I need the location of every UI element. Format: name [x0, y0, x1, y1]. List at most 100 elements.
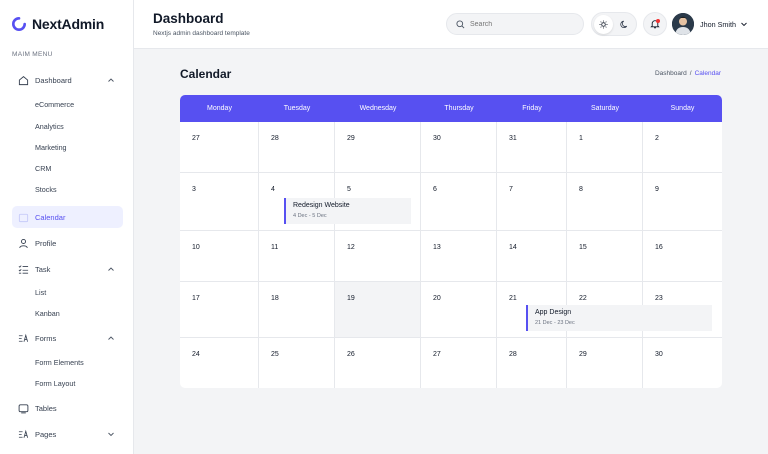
calendar-day-cell-today[interactable]: 19 — [335, 282, 421, 338]
calendar-day-cell[interactable]: 12 — [335, 231, 421, 282]
day-number: 25 — [271, 351, 279, 358]
event-dates: 4 Dec - 5 Dec — [293, 213, 327, 219]
sidebar-item-label: Tables — [35, 403, 57, 413]
calendar-event[interactable]: Redesign Website 4 Dec - 5 Dec — [284, 198, 411, 224]
day-number: 28 — [509, 351, 517, 358]
user-name: Jhon Smith — [700, 19, 736, 29]
calendar-day-cell[interactable]: 18 — [259, 282, 335, 338]
calendar-day-cell[interactable]: 2 — [643, 122, 722, 173]
day-number: 1 — [579, 135, 583, 142]
chevron-down-icon — [108, 432, 114, 437]
calendar-header: Monday Tuesday Wednesday Thursday Friday… — [180, 95, 722, 122]
calendar: Monday Tuesday Wednesday Thursday Friday… — [180, 95, 722, 388]
calendar-day-cell[interactable]: 11 — [259, 231, 335, 282]
calendar-day-cell[interactable]: 15 — [567, 231, 643, 282]
sidebar-item-form-elements[interactable]: Form Elements — [35, 358, 84, 367]
calendar-day-cell[interactable]: 3 — [180, 173, 259, 231]
event-dates: 21 Dec - 23 Dec — [535, 320, 575, 326]
sidebar-item-list[interactable]: List — [35, 288, 46, 297]
calendar-day-cell[interactable]: 7 — [497, 173, 567, 231]
calendar-day-cell[interactable]: 25 — [259, 338, 335, 388]
sidebar-item-label: Forms — [35, 333, 57, 343]
calendar-day-cell[interactable]: 31 — [497, 122, 567, 173]
day-number: 30 — [433, 135, 441, 142]
calendar-day-cell[interactable]: 9 — [643, 173, 722, 231]
sidebar-item-calendar[interactable]: Calendar — [12, 206, 123, 228]
calendar-day-cell[interactable]: 14 — [497, 231, 567, 282]
search-box[interactable] — [446, 13, 584, 35]
app-logo[interactable]: NextAdmin — [12, 16, 104, 32]
calendar-day-cell[interactable]: 27 — [421, 338, 497, 388]
calendar-day-cell[interactable]: 29 — [567, 338, 643, 388]
sidebar-item-task[interactable]: Task — [12, 258, 123, 280]
day-number: 31 — [509, 135, 517, 142]
calendar-day-cell[interactable]: 28 — [259, 122, 335, 173]
breadcrumb-current: Calendar — [694, 70, 721, 77]
dark-mode-button[interactable] — [615, 15, 634, 34]
logo-icon — [12, 17, 26, 31]
calendar-day-cell[interactable]: 24 — [180, 338, 259, 388]
weekday-tuesday: Tuesday — [283, 105, 311, 112]
calendar-day-cell[interactable]: 30 — [421, 122, 497, 173]
sidebar-item-ecommerce[interactable]: eCommerce — [35, 100, 74, 109]
header-title: Dashboard — [153, 11, 224, 26]
weekday-monday: Monday — [207, 105, 232, 112]
day-number: 18 — [271, 295, 279, 302]
day-number: 4 — [271, 186, 275, 193]
day-number: 24 — [192, 351, 200, 358]
day-number: 11 — [271, 244, 279, 251]
calendar-day-cell[interactable]: 20 — [421, 282, 497, 338]
top-header: Dashboard Nextjs admin dashboard templat… — [134, 0, 768, 49]
sidebar-item-crm[interactable]: CRM — [35, 164, 51, 173]
calendar-day-cell[interactable]: 28 — [497, 338, 567, 388]
sidebar-item-label: Pages — [35, 429, 57, 439]
calendar-day-cell[interactable]: 30 — [643, 338, 722, 388]
event-title: App Design — [535, 309, 572, 316]
sidebar-item-pages[interactable]: Pages — [12, 423, 123, 445]
light-mode-button[interactable] — [594, 15, 613, 34]
day-number: 26 — [347, 351, 355, 358]
calendar-event[interactable]: App Design 21 Dec - 23 Dec — [526, 305, 712, 331]
chevron-up-icon — [108, 78, 114, 82]
calendar-day-cell[interactable]: 29 — [335, 122, 421, 173]
sidebar-item-forms[interactable]: Forms — [12, 327, 123, 349]
day-number: 30 — [655, 351, 663, 358]
search-input[interactable] — [470, 20, 570, 28]
day-number: 10 — [192, 244, 200, 251]
calendar-day-cell[interactable]: 13 — [421, 231, 497, 282]
sidebar-item-analytics[interactable]: Analytics — [35, 122, 64, 131]
menu-heading: MAIM MENU — [12, 51, 53, 58]
forms-icon — [18, 333, 29, 344]
calendar-icon — [18, 212, 29, 223]
header-subtitle: Nextjs admin dashboard template — [153, 30, 250, 37]
sidebar-item-marketing[interactable]: Marketing — [35, 143, 67, 152]
day-number: 5 — [347, 186, 351, 193]
notification-button[interactable] — [643, 12, 667, 36]
page-title: Calendar — [180, 67, 232, 81]
calendar-day-cell[interactable]: 26 — [335, 338, 421, 388]
breadcrumb-link-dashboard[interactable]: Dashboard — [655, 70, 687, 77]
calendar-day-cell[interactable]: 17 — [180, 282, 259, 338]
day-number: 21 — [509, 295, 517, 302]
sidebar-item-label: Profile — [35, 238, 57, 248]
calendar-day-cell[interactable]: 8 — [567, 173, 643, 231]
sidebar-item-kanban[interactable]: Kanban — [35, 309, 60, 318]
sidebar-item-form-layout[interactable]: Form Layout — [35, 379, 75, 388]
calendar-day-cell[interactable]: 27 — [180, 122, 259, 173]
day-number: 16 — [655, 244, 663, 251]
user-menu[interactable]: Jhon Smith — [672, 12, 748, 36]
sidebar-item-profile[interactable]: Profile — [12, 232, 123, 254]
moon-icon — [620, 20, 628, 29]
sidebar-item-tables[interactable]: Tables — [12, 397, 123, 419]
calendar-day-cell[interactable]: 1 — [567, 122, 643, 173]
theme-toggle[interactable] — [591, 12, 637, 36]
calendar-day-cell[interactable]: 16 — [643, 231, 722, 282]
sidebar-item-stocks[interactable]: Stocks — [35, 185, 57, 194]
day-number: 23 — [655, 295, 663, 302]
calendar-day-cell[interactable]: 10 — [180, 231, 259, 282]
day-number: 22 — [579, 295, 587, 302]
day-number: 6 — [433, 186, 437, 193]
sidebar-item-dashboard[interactable]: Dashboard — [12, 69, 123, 91]
calendar-day-cell[interactable]: 6 — [421, 173, 497, 231]
day-number: 2 — [655, 135, 659, 142]
